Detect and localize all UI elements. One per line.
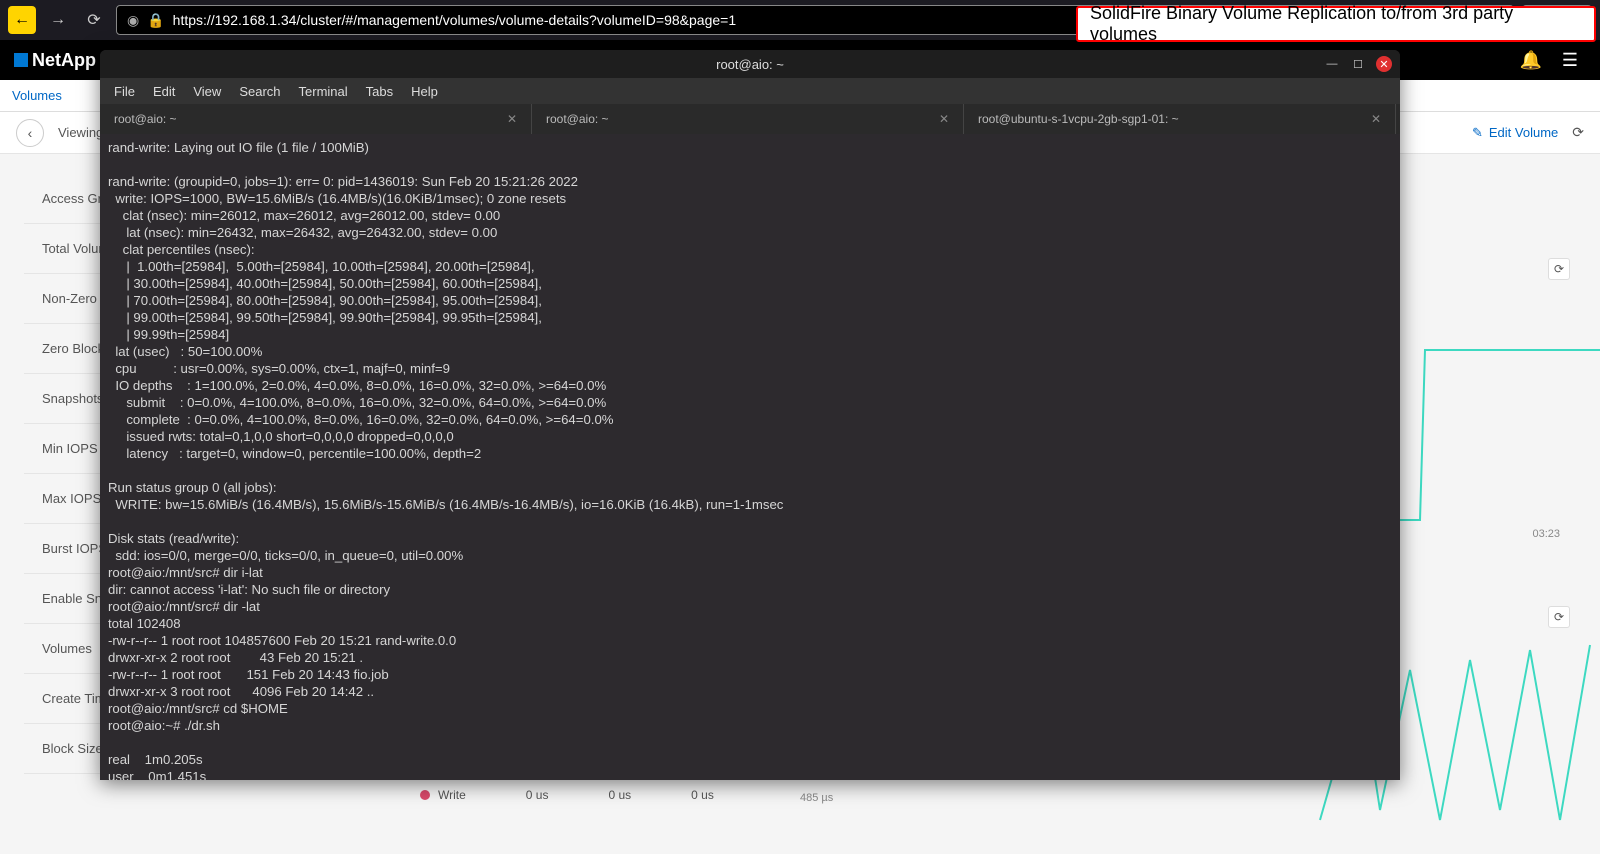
menu-help[interactable]: Help [411, 84, 438, 99]
menu-icon[interactable]: ☰ [1562, 50, 1578, 71]
terminal-menu: File Edit View Search Terminal Tabs Help [100, 78, 1400, 104]
browser-forward-button[interactable]: → [44, 6, 72, 34]
browser-reload-button[interactable]: ⟳ [80, 6, 108, 34]
terminal-tab-3-label: root@ubuntu-s-1vcpu-2gb-sgp1-01: ~ [978, 112, 1179, 126]
menu-search[interactable]: Search [239, 84, 280, 99]
terminal-titlebar[interactable]: root@aio: ~ — ☐ ✕ [100, 50, 1400, 78]
menu-view[interactable]: View [193, 84, 221, 99]
write-avg: 0 us [608, 788, 631, 802]
axis-label: 485 µs [800, 792, 833, 804]
terminal-tab-3[interactable]: root@ubuntu-s-1vcpu-2gb-sgp1-01: ~ ✕ [964, 104, 1396, 134]
refresh-panel-1[interactable]: ⟳ [1548, 258, 1570, 280]
terminal-tab-2-label: root@aio: ~ [546, 112, 609, 126]
menu-terminal[interactable]: Terminal [299, 84, 348, 99]
menu-tabs[interactable]: Tabs [366, 84, 393, 99]
lock-icon: 🔒 [147, 12, 164, 29]
write-dot-icon [420, 790, 430, 800]
tab-volumes[interactable]: Volumes [12, 88, 62, 103]
close-tab-icon[interactable]: ✕ [507, 112, 517, 126]
edit-volume-label: Edit Volume [1489, 125, 1558, 140]
menu-file[interactable]: File [114, 84, 135, 99]
viewing-label: Viewing [58, 125, 103, 140]
minimize-button[interactable]: — [1324, 56, 1340, 72]
write-peak: 0 us [691, 788, 714, 802]
brand-text: NetApp [32, 50, 96, 71]
close-tab-icon[interactable]: ✕ [1371, 112, 1381, 126]
netapp-logo: NetApp [14, 50, 96, 71]
annotation-note: SolidFire Binary Volume Replication to/f… [1076, 6, 1596, 42]
browser-back-button[interactable]: ← [8, 6, 36, 34]
write-metric-row: Write 0 us 0 us 0 us [420, 788, 714, 802]
close-button[interactable]: ✕ [1376, 56, 1392, 72]
write-current: 0 us [526, 788, 549, 802]
shield-icon: ◉ [127, 12, 139, 29]
chart-time-label: 03:23 [1532, 528, 1560, 540]
terminal-text: rand-write: Laying out IO file (1 file /… [108, 140, 783, 780]
refresh-panel-2[interactable]: ⟳ [1548, 606, 1570, 628]
terminal-output[interactable]: rand-write: Laying out IO file (1 file /… [100, 134, 1400, 780]
terminal-tab-1[interactable]: root@aio: ~ ✕ [100, 104, 532, 134]
terminal-tab-2[interactable]: root@aio: ~ ✕ [532, 104, 964, 134]
logo-icon [14, 53, 28, 67]
maximize-button[interactable]: ☐ [1350, 56, 1366, 72]
write-label: Write [438, 788, 466, 802]
terminal-tab-1-label: root@aio: ~ [114, 112, 177, 126]
bell-icon[interactable]: 🔔 [1519, 50, 1541, 71]
close-tab-icon[interactable]: ✕ [939, 112, 949, 126]
menu-edit[interactable]: Edit [153, 84, 175, 99]
pencil-icon: ✎ [1472, 125, 1483, 141]
back-circle-button[interactable]: ‹ [16, 119, 44, 147]
terminal-window: root@aio: ~ — ☐ ✕ File Edit View Search … [100, 50, 1400, 780]
refresh-icon[interactable]: ⟳ [1572, 124, 1584, 141]
edit-volume-link[interactable]: ✎ Edit Volume [1472, 125, 1558, 141]
terminal-title-text: root@aio: ~ [716, 57, 784, 72]
